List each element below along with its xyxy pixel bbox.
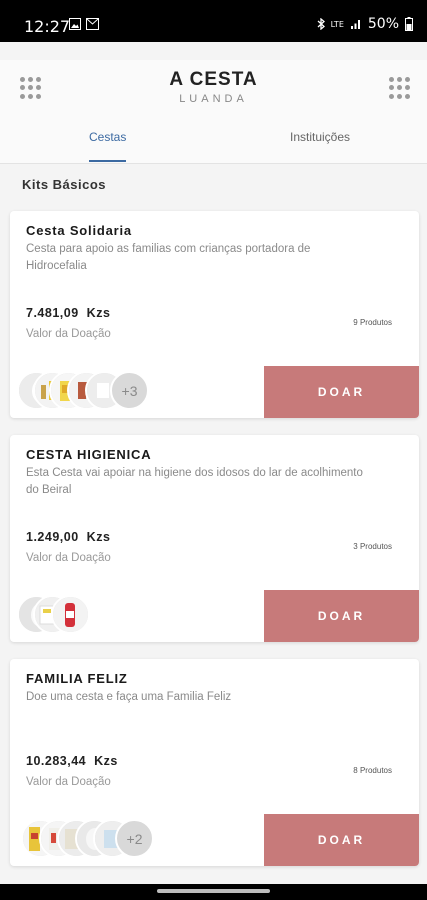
- price-value: 1.249,00: [26, 530, 79, 544]
- card-title: Cesta Solidaria: [26, 223, 132, 238]
- brand: A CESTA LUANDA: [0, 69, 427, 105]
- bluetooth-icon: [317, 18, 325, 30]
- grid-dot: [397, 77, 402, 82]
- card-title: CESTA HIGIENICA: [26, 447, 152, 462]
- status-bar: 12:27 LTE 50%: [0, 0, 427, 42]
- price-currency: Kzs: [86, 530, 111, 544]
- price-currency: Kzs: [86, 306, 111, 320]
- card-price: 10.283,44 Kzs: [26, 754, 118, 768]
- donate-button[interactable]: DOAR: [264, 366, 419, 418]
- product-count: 8 Produtos: [353, 766, 392, 775]
- section-title: Kits Básicos: [22, 177, 107, 192]
- grid-dot: [405, 77, 410, 82]
- donation-value-label: Valor da Doação: [26, 776, 111, 788]
- card-title: FAMILIA FELIZ: [26, 671, 128, 686]
- grid-dot: [397, 93, 402, 99]
- grid-dot: [389, 93, 394, 99]
- grid-dot: [389, 85, 394, 91]
- more-products-badge: +3: [110, 371, 149, 410]
- right-grid-menu-button[interactable]: [389, 77, 411, 99]
- card-price: 1.249,00 Kzs: [26, 530, 110, 544]
- price-value: 7.481,09: [26, 306, 79, 320]
- card-description: Doe uma cesta e faça uma Familia Feliz: [26, 691, 232, 703]
- grid-dot: [405, 93, 410, 99]
- gallery-icon: [69, 18, 81, 30]
- more-products-badge: +2: [115, 819, 154, 858]
- donate-button[interactable]: DOAR: [264, 814, 419, 866]
- grid-dot: [389, 77, 394, 82]
- app-header: A CESTA LUANDA Cestas Instituições: [0, 60, 427, 164]
- product-count: 9 Produtos: [353, 318, 392, 327]
- card-description: Cesta para apoio as familias com criança…: [26, 243, 311, 272]
- active-tab-indicator: [89, 160, 126, 162]
- card-price: 7.481,09 Kzs: [26, 306, 110, 320]
- price-currency: Kzs: [94, 754, 118, 768]
- app-title: A CESTA: [169, 69, 258, 90]
- price-value: 10.283,44: [26, 754, 87, 768]
- tab-instituicoes[interactable]: Instituições: [290, 130, 350, 144]
- grid-dot: [405, 85, 410, 91]
- notification-icons: [69, 18, 99, 30]
- tab-cestas[interactable]: Cestas: [89, 130, 126, 144]
- card-description: Esta Cesta vai apoiar na higiene dos ido…: [26, 467, 363, 496]
- status-time: 12:27: [24, 17, 71, 36]
- mail-icon: [86, 18, 99, 30]
- grid-dot: [397, 85, 402, 91]
- status-right: LTE 50%: [317, 16, 413, 32]
- product-count: 3 Produtos: [353, 542, 392, 551]
- battery-percent: 50%: [367, 16, 399, 32]
- battery-icon: [405, 17, 413, 31]
- signal-icon: [350, 20, 360, 29]
- basket-card[interactable]: FAMILIA FELIZ Doe uma cesta e faça uma F…: [10, 659, 419, 866]
- donation-value-label: Valor da Doação: [26, 328, 111, 340]
- home-gesture-handle[interactable]: [157, 889, 270, 893]
- basket-card[interactable]: CESTA HIGIENICA Esta Cesta vai apoiar na…: [10, 435, 419, 642]
- basket-card[interactable]: Cesta Solidaria Cesta para apoio as fami…: [10, 211, 419, 418]
- app-subtitle: LUANDA: [179, 93, 248, 105]
- system-navigation-bar: [0, 884, 427, 900]
- product-thumb: [51, 595, 90, 634]
- donation-value-label: Valor da Doação: [26, 552, 111, 564]
- network-type: LTE: [330, 19, 344, 29]
- donate-button[interactable]: DOAR: [264, 590, 419, 642]
